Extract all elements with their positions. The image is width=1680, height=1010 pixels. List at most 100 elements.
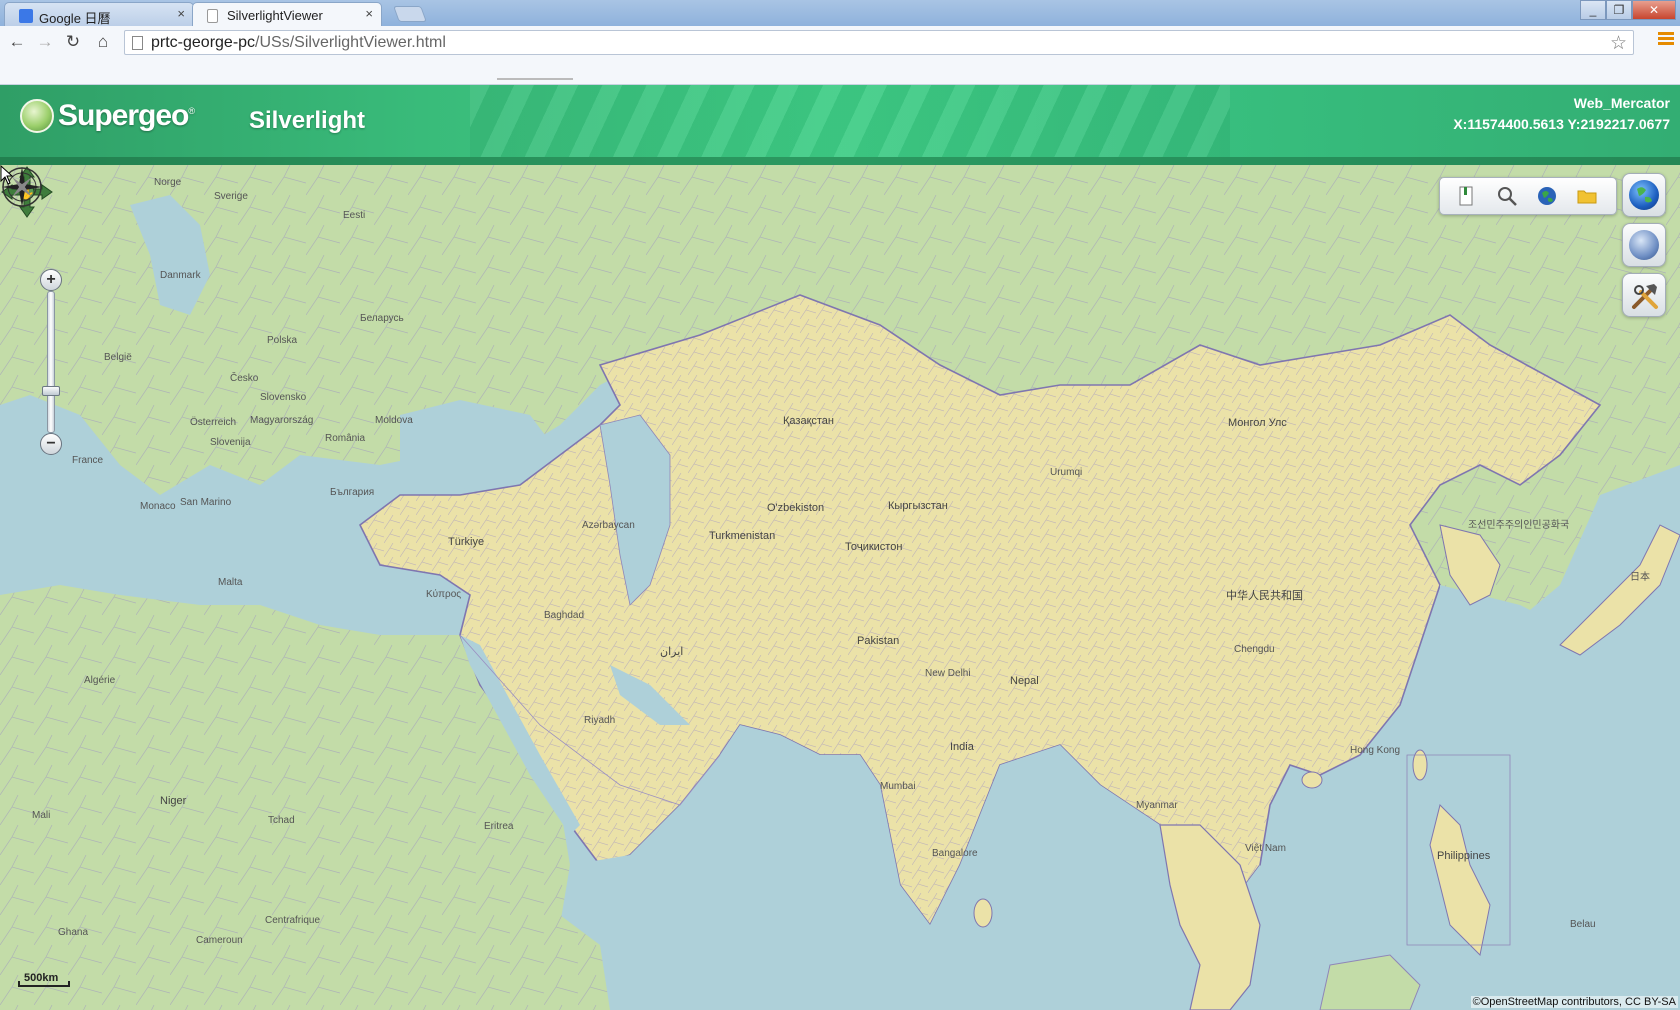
map-label: Malta — [218, 577, 243, 588]
map-label: Norge — [154, 177, 182, 188]
map-label: Turkmenistan — [709, 530, 776, 542]
scale-bar: 500km — [18, 971, 74, 989]
map-label: ایران — [660, 646, 684, 658]
bookmark-bar — [0, 58, 1680, 85]
chrome-menu-icon[interactable] — [1658, 32, 1674, 48]
header-bottom-band — [0, 157, 1680, 165]
map-label: Myanmar — [1136, 800, 1178, 811]
map-label: Тоҷикистон — [845, 541, 903, 553]
map-label: Danmark — [160, 270, 201, 281]
map-label: Кыргызстан — [888, 500, 948, 512]
page-icon — [132, 36, 143, 50]
google-calendar-icon — [19, 9, 33, 23]
map-label: Беларусь — [360, 313, 404, 324]
map-view[interactable]: Norge Sverige Eesti Danmark Беларусь Pol… — [0, 165, 1680, 1010]
close-tab-icon[interactable]: × — [177, 6, 185, 21]
tab-google-calendar[interactable]: Google 日曆 × — [4, 2, 194, 26]
map-label: Nepal — [1010, 675, 1039, 687]
bookmark-bar-divider — [497, 76, 573, 80]
back-arrow-icon[interactable]: ← — [6, 32, 28, 52]
header-map-texture — [470, 85, 1230, 157]
map-label: Chengdu — [1234, 644, 1275, 655]
zoom-thumb[interactable] — [42, 386, 60, 397]
map-label: New Delhi — [925, 668, 971, 679]
app-title: Silverlight — [249, 107, 366, 134]
map-label: Mali — [32, 810, 51, 821]
zoom-out-button[interactable]: − — [40, 433, 62, 455]
map-label: Polska — [267, 335, 298, 346]
bookmark-icon[interactable] — [1456, 185, 1480, 209]
map-label: Magyarország — [250, 415, 314, 426]
app-header: Supergeo® Silverlight Web_Mercator X:115… — [0, 85, 1680, 165]
map-label: France — [72, 455, 104, 466]
map-label: Κύπρος — [426, 589, 462, 600]
new-tab-button[interactable] — [393, 6, 427, 22]
map-label: Sverige — [214, 191, 248, 202]
map-label: Монгол Улс — [1228, 417, 1287, 429]
map-label: Česko — [230, 373, 259, 384]
logo-text: Supergeo — [58, 99, 189, 132]
restore-button[interactable]: ❐ — [1606, 0, 1632, 20]
browser-titlebar: Google 日曆 × SilverlightViewer × _ ❐ ✕ — [0, 0, 1680, 26]
zoom-in-button[interactable]: + — [40, 269, 62, 291]
close-window-button[interactable]: ✕ — [1632, 0, 1676, 20]
map-label: Tchad — [268, 815, 295, 826]
tools-button[interactable] — [1622, 273, 1666, 317]
close-tab-icon[interactable]: × — [365, 6, 373, 21]
tab-title: SilverlightViewer — [227, 8, 323, 23]
map-label: Philippines — [1437, 850, 1491, 862]
map-label: Bangalore — [932, 848, 978, 859]
reload-icon[interactable]: ↻ — [62, 32, 84, 52]
map-label: België — [104, 352, 132, 363]
map-label: Türkiye — [448, 536, 485, 548]
minimize-button[interactable]: _ — [1580, 0, 1606, 20]
map-label: Belau — [1570, 919, 1596, 930]
map-label: Centrafrique — [265, 915, 321, 926]
tab-silverlightviewer[interactable]: SilverlightViewer × — [192, 2, 382, 26]
page-icon — [207, 9, 218, 23]
layers-button[interactable] — [1622, 223, 1666, 267]
zoom-track[interactable] — [47, 291, 55, 433]
map-label: 日本 — [1630, 572, 1650, 583]
map-label: Azərbaycan — [582, 520, 635, 531]
hammer-wrench-icon — [1632, 284, 1658, 309]
map-label: 조선민주주의인민공화국 — [1468, 520, 1570, 531]
projection-name: Web_Mercator — [1573, 95, 1670, 111]
map-label: India — [950, 741, 974, 753]
map-label: Algérie — [84, 675, 116, 686]
url-path: /USs/SilverlightViewer.html — [255, 34, 446, 51]
globe-icon[interactable] — [1536, 185, 1560, 209]
map-label: Việt Nam — [1245, 843, 1286, 854]
bookmark-star-icon[interactable]: ☆ — [1610, 32, 1627, 55]
map-label: Ghana — [58, 927, 89, 938]
cursor-coordinates: X:11574400.5613 Y:2192217.0677 — [1453, 116, 1670, 132]
search-icon[interactable] — [1496, 185, 1520, 209]
map-label: 中华人民共和国 — [1226, 590, 1303, 602]
map-label: Eritrea — [484, 821, 514, 832]
window-controls: _ ❐ ✕ — [1580, 0, 1676, 20]
address-bar[interactable]: prtc-george-pc/USs/SilverlightViewer.htm… — [124, 30, 1634, 55]
map-basemap — [0, 165, 1680, 1010]
zoom-slider[interactable]: + − — [40, 269, 62, 455]
url-host: prtc-george-pc — [151, 34, 256, 51]
basemap-globe-button[interactable] — [1622, 173, 1666, 217]
earth-layers-icon — [1629, 230, 1659, 260]
map-toolbar — [1439, 177, 1617, 215]
map-label: Slovenija — [210, 437, 251, 448]
map-label: Eesti — [343, 210, 366, 221]
world-globe-icon — [1629, 180, 1659, 210]
tab-title: Google 日曆 — [39, 11, 111, 26]
map-label: Baghdad — [544, 610, 585, 621]
home-icon[interactable]: ⌂ — [92, 32, 114, 52]
land-taiwan — [1412, 749, 1428, 781]
map-label: Monaco — [140, 501, 176, 512]
forward-arrow-icon[interactable]: → — [34, 32, 56, 52]
globe-logo-icon — [20, 99, 54, 133]
folder-icon[interactable] — [1576, 185, 1600, 209]
map-label: O'zbekiston — [767, 502, 825, 514]
sri-lanka — [973, 898, 993, 928]
map-label: Österreich — [190, 417, 237, 428]
map-label: България — [330, 487, 375, 498]
map-attribution[interactable]: ©OpenStreetMap contributors, CC BY-SA — [1470, 996, 1678, 1008]
map-label: Hong Kong — [1350, 745, 1401, 756]
